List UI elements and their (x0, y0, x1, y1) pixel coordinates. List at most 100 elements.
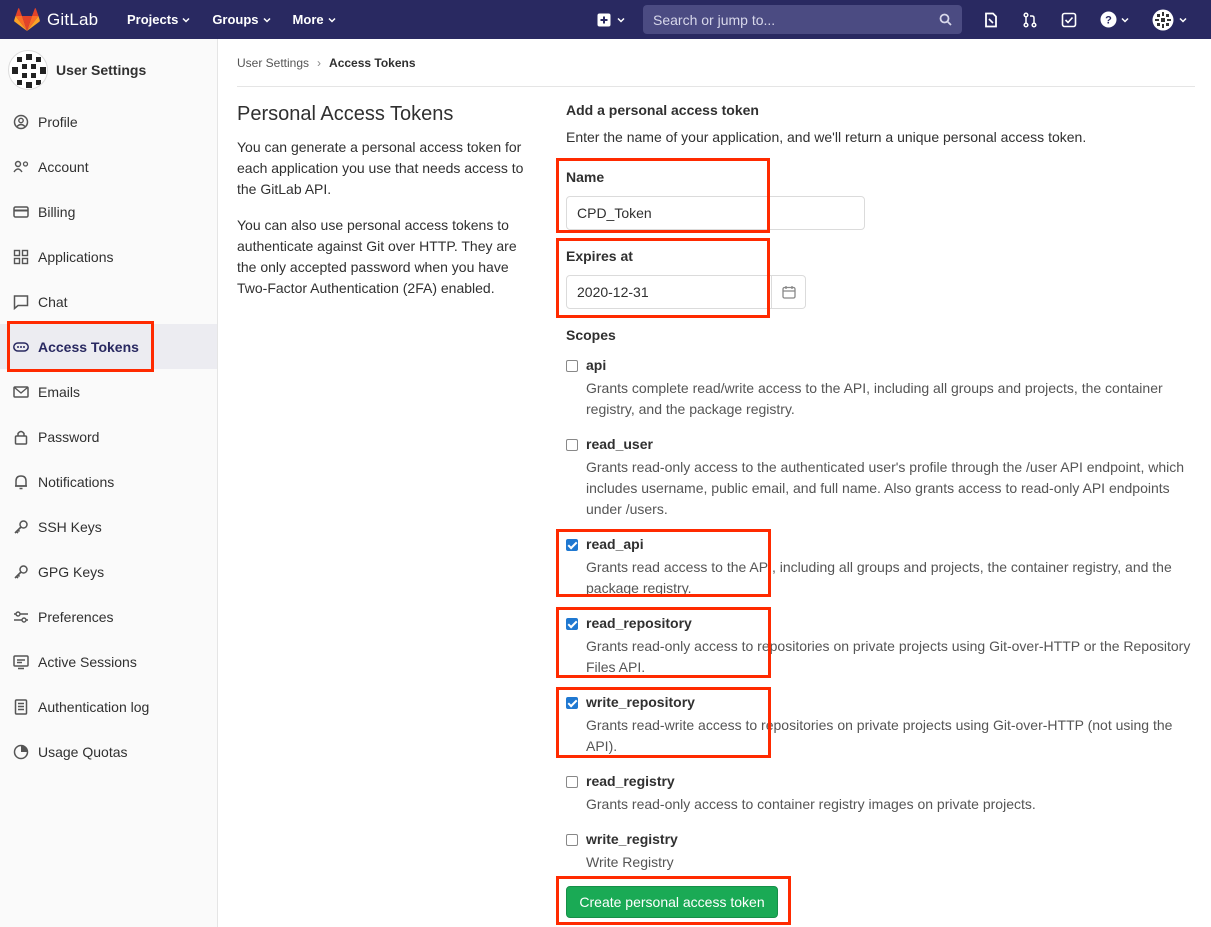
sidebar-item-preferences[interactable]: Preferences (0, 594, 217, 639)
log-icon (13, 698, 29, 715)
account-icon (13, 159, 29, 175)
nav-more[interactable]: More (293, 12, 336, 27)
sidebar-item-access-tokens[interactable]: Access Tokens (0, 324, 217, 369)
sidebar-header[interactable]: User Settings (0, 39, 217, 101)
scope-checkbox[interactable] (566, 618, 578, 630)
sidebar-item-billing[interactable]: Billing (0, 189, 217, 234)
scope-description: Grants read access to the API, including… (586, 559, 1172, 596)
breadcrumb-parent[interactable]: User Settings (237, 56, 309, 70)
top-navbar: GitLab Projects Groups More Search or ju… (0, 0, 1211, 39)
sidebar-item-account[interactable]: Account (0, 144, 217, 189)
scope-name[interactable]: write_repository (586, 694, 695, 710)
issues-nav-button[interactable] (983, 12, 999, 28)
key-icon (13, 519, 29, 535)
calendar-button[interactable] (772, 275, 806, 309)
create-token-button[interactable]: Create personal access token (566, 886, 778, 918)
user-avatar (8, 50, 48, 90)
new-item-dropdown[interactable] (597, 13, 625, 27)
expires-label: Expires at (566, 248, 633, 264)
sidebar-item-password[interactable]: Password (0, 414, 217, 459)
nav-groups-label: Groups (212, 12, 259, 27)
create-token-label: Create personal access token (579, 894, 765, 910)
todos-nav-button[interactable] (1061, 12, 1077, 28)
expires-input[interactable]: 2020-12-31 (566, 275, 772, 309)
sidebar-item-label: Chat (38, 293, 68, 310)
scope-name[interactable]: read_user (586, 436, 653, 452)
sidebar-item-usage-quotas[interactable]: Usage Quotas (0, 729, 217, 774)
quota-icon (13, 744, 29, 760)
nav-projects-label: Projects (127, 12, 179, 27)
scope-checkbox[interactable] (566, 776, 578, 788)
scope-checkbox[interactable] (566, 439, 578, 451)
sidebar-item-label: Password (38, 428, 100, 445)
intro-paragraph-1: You can generate a personal access token… (237, 139, 524, 197)
scope-checkbox[interactable] (566, 360, 578, 372)
scope-description: Grants read-only access to container reg… (586, 796, 1036, 812)
name-label: Name (566, 169, 605, 185)
sidebar-item-label: Notifications (38, 473, 115, 490)
search-input[interactable]: Search or jump to... (643, 5, 962, 34)
sidebar-item-chat[interactable]: Chat (0, 279, 217, 324)
billing-icon (13, 204, 29, 220)
nav-more-label: More (292, 12, 324, 27)
scope-description: Grants complete read/write access to the… (586, 380, 1163, 417)
avatar-pattern-icon (12, 54, 46, 88)
scope-name[interactable]: read_repository (586, 615, 692, 631)
sidebar-item-label: Billing (38, 203, 76, 220)
scope-name[interactable]: write_registry (586, 831, 678, 847)
scope-description: Grants read-only access to the authentic… (586, 459, 1185, 517)
scope-description: Grants read-only access to repositories … (586, 638, 1191, 675)
intro-section: Personal Access Tokens You can generate … (237, 103, 537, 314)
key-icon (13, 564, 29, 580)
profile-icon (13, 114, 29, 130)
plus-square-icon (597, 13, 611, 26)
chat-icon (13, 294, 29, 310)
scope-description: Grants read-write access to repositories… (586, 717, 1173, 754)
scope-checkbox[interactable] (566, 539, 578, 551)
bell-icon (13, 474, 29, 490)
breadcrumb-chevron-icon: › (317, 56, 322, 70)
sidebar-item-gpg-keys[interactable]: GPG Keys (0, 549, 217, 594)
preferences-icon (13, 609, 29, 625)
breadcrumb: User Settings › Access Tokens (237, 56, 416, 70)
brand-name: GitLab (47, 9, 99, 29)
sidebar-item-profile[interactable]: Profile (0, 99, 217, 144)
chevron-down-icon (328, 17, 336, 23)
sidebar-item-applications[interactable]: Applications (0, 234, 217, 279)
form-description: Enter the name of your application, and … (566, 129, 1087, 145)
scope-name[interactable]: api (586, 357, 606, 373)
scope-description: Write Registry (586, 854, 674, 870)
sidebar-item-label: Authentication log (38, 698, 150, 715)
nav-groups[interactable]: Groups (212, 12, 271, 27)
chevron-down-icon (1179, 17, 1187, 23)
search-placeholder: Search or jump to... (653, 11, 776, 28)
breadcrumb-current[interactable]: Access Tokens (329, 56, 416, 70)
nav-projects[interactable]: Projects (127, 12, 190, 27)
sidebar-item-active-sessions[interactable]: Active Sessions (0, 639, 217, 684)
help-dropdown[interactable]: ? (1100, 11, 1129, 28)
scope-name[interactable]: read_api (586, 536, 644, 552)
sidebar-item-label: Preferences (38, 608, 114, 625)
gitlab-logo[interactable]: GitLab (14, 7, 114, 32)
sidebar-item-emails[interactable]: Emails (0, 369, 217, 414)
expires-value: 2020-12-31 (577, 284, 649, 300)
sidebar-item-ssh-keys[interactable]: SSH Keys (0, 504, 217, 549)
scope-name[interactable]: read_registry (586, 773, 675, 789)
token-name-input[interactable]: CPD_Token (566, 196, 865, 230)
user-avatar-icon (1152, 9, 1174, 30)
merge-requests-nav-button[interactable] (1022, 11, 1038, 28)
mail-icon (13, 384, 29, 400)
sidebar-item-notifications[interactable]: Notifications (0, 459, 217, 504)
scope-checkbox[interactable] (566, 697, 578, 709)
form-title: Add a personal access token (566, 102, 759, 118)
user-menu-dropdown[interactable] (1152, 9, 1187, 31)
search-icon (939, 13, 952, 26)
sidebar-item-label: Access Tokens (38, 338, 139, 355)
lock-icon (13, 429, 29, 445)
sidebar-item-label: Emails (38, 383, 81, 400)
sidebar-item-authentication-log[interactable]: Authentication log (0, 684, 217, 729)
sidebar-item-label: Account (38, 158, 89, 175)
expires-date-picker: 2020-12-31 (566, 275, 806, 309)
sidebar-item-label: Applications (38, 248, 114, 265)
scope-checkbox[interactable] (566, 834, 578, 846)
